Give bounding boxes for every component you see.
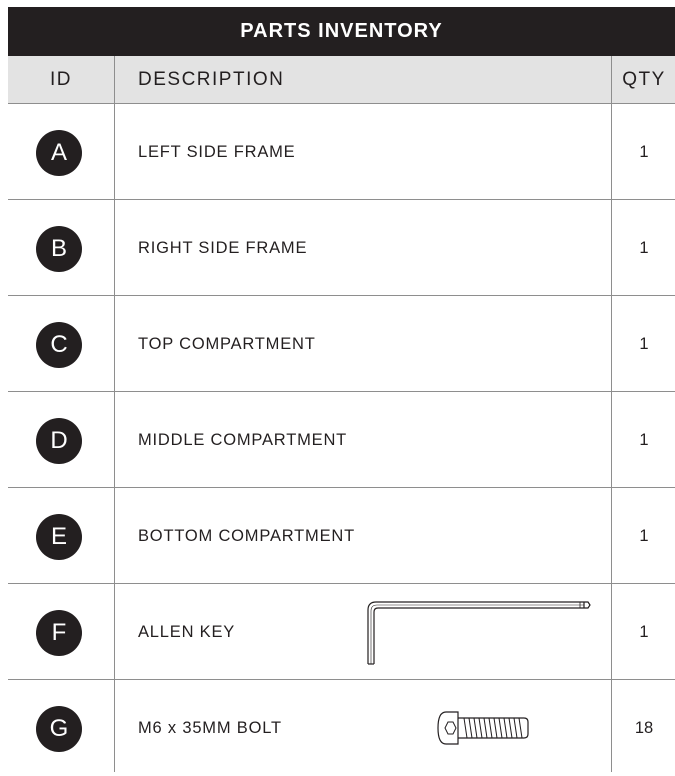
part-id-badge: G (36, 706, 82, 752)
table-row: C TOP COMPARTMENT 1 (8, 296, 675, 392)
table-title: PARTS INVENTORY (8, 7, 675, 56)
part-id-badge: D (36, 418, 82, 464)
part-id-badge: B (36, 226, 82, 272)
header-description: DESCRIPTION (138, 68, 285, 90)
part-quantity: 18 (634, 718, 654, 737)
part-quantity: 1 (639, 526, 649, 545)
part-quantity: 1 (639, 238, 649, 257)
allen-key-icon (367, 601, 591, 665)
part-description: ALLEN KEY (138, 622, 236, 641)
part-id-badge: A (36, 130, 82, 176)
header-qty: QTY (622, 68, 666, 90)
part-description: RIGHT SIDE FRAME (138, 238, 308, 257)
table-row: E BOTTOM COMPARTMENT 1 (8, 488, 675, 584)
table-header-row: ID DESCRIPTION QTY (8, 56, 675, 104)
part-quantity: 1 (639, 622, 649, 641)
part-id-badge: E (36, 514, 82, 560)
table-row: G M6 x 35MM BOLT 18 (8, 680, 675, 776)
part-quantity: 1 (639, 430, 649, 449)
part-quantity: 1 (639, 142, 649, 161)
table-row: D MIDDLE COMPARTMENT 1 (8, 392, 675, 488)
table-row: F ALLEN KEY 1 (8, 584, 675, 680)
table-row: A LEFT SIDE FRAME 1 (8, 104, 675, 200)
header-id: ID (50, 68, 72, 90)
part-description: BOTTOM COMPARTMENT (138, 526, 355, 545)
part-id-badge: C (36, 322, 82, 368)
bolt-icon (437, 711, 529, 745)
table-row: B RIGHT SIDE FRAME 1 (8, 200, 675, 296)
part-description: TOP COMPARTMENT (138, 334, 316, 353)
part-description: M6 x 35MM BOLT (138, 718, 282, 737)
part-id-badge: F (36, 610, 82, 656)
part-quantity: 1 (639, 334, 649, 353)
parts-inventory-table: PARTS INVENTORY ID DESCRIPTION QTY A LEF… (8, 7, 675, 772)
part-description: MIDDLE COMPARTMENT (138, 430, 348, 449)
part-description: LEFT SIDE FRAME (138, 142, 296, 161)
